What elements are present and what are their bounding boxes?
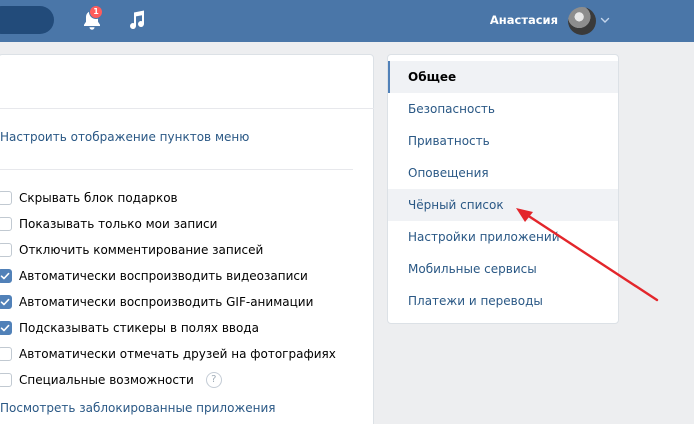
- settings-nav-menu: Общее Безопасность Приватность Оповещени…: [387, 54, 619, 324]
- option-auto-tag-friends[interactable]: Автоматически отмечать друзей на фотогра…: [0, 346, 336, 362]
- checkbox[interactable]: [0, 191, 12, 205]
- option-label: Отключить комментирование записей: [19, 243, 264, 257]
- option-autoplay-videos[interactable]: Автоматически воспроизводить видеозаписи: [0, 268, 308, 284]
- option-label: Скрывать блок подарков: [19, 191, 178, 205]
- option-label: Автоматически воспроизводить видеозаписи: [19, 269, 308, 283]
- option-autoplay-gifs[interactable]: Автоматически воспроизводить GIF-анимаци…: [0, 294, 313, 310]
- general-settings-card: [0, 54, 374, 424]
- help-icon[interactable]: ?: [205, 372, 222, 388]
- menu-item-privacy[interactable]: Приватность: [388, 125, 618, 157]
- checkbox[interactable]: [0, 373, 12, 387]
- blocked-apps-link[interactable]: Посмотреть заблокированные приложения: [0, 401, 276, 415]
- option-disable-comments[interactable]: Отключить комментирование записей: [0, 242, 263, 258]
- option-label: Специальные возможности: [19, 373, 194, 387]
- checkbox[interactable]: [0, 295, 12, 309]
- checkbox[interactable]: [0, 347, 12, 361]
- option-label: Автоматически отмечать друзей на фотогра…: [19, 347, 336, 361]
- option-suggest-stickers[interactable]: Подсказывать стикеры в полях ввода: [0, 320, 259, 336]
- menu-item-security[interactable]: Безопасность: [388, 93, 618, 125]
- checkbox[interactable]: [0, 243, 12, 257]
- checkbox[interactable]: [0, 217, 12, 231]
- configure-menu-link[interactable]: Настроить отображение пунктов меню: [0, 130, 249, 144]
- option-label: Показывать только мои записи: [19, 217, 218, 231]
- checkmark-icon: [0, 272, 10, 280]
- menu-item-general[interactable]: Общее: [388, 61, 618, 93]
- section-divider: [0, 108, 374, 109]
- option-label: Автоматически воспроизводить GIF-анимаци…: [19, 295, 314, 309]
- menu-item-blacklist[interactable]: Чёрный список: [388, 189, 618, 221]
- option-accessibility[interactable]: Специальные возможности ?: [0, 372, 222, 388]
- search-field[interactable]: [0, 6, 54, 34]
- option-show-only-my-posts[interactable]: Показывать только мои записи: [0, 216, 217, 232]
- notification-count-badge: 1: [89, 5, 103, 19]
- user-name[interactable]: Анастасия: [470, 13, 558, 27]
- avatar[interactable]: [568, 7, 596, 35]
- checkmark-icon: [0, 298, 10, 306]
- option-label: Подсказывать стикеры в полях ввода: [19, 321, 259, 335]
- checkmark-icon: [0, 324, 10, 332]
- checkbox[interactable]: [0, 321, 12, 335]
- top-navigation-bar: 1 Анастасия: [0, 0, 694, 42]
- checkbox[interactable]: [0, 269, 12, 283]
- menu-item-notifications[interactable]: Оповещения: [388, 157, 618, 189]
- menu-item-app-settings[interactable]: Настройки приложений: [388, 221, 618, 253]
- section-divider: [0, 169, 353, 170]
- option-hide-gifts[interactable]: Скрывать блок подарков: [0, 190, 178, 206]
- chevron-down-icon[interactable]: [599, 14, 611, 26]
- menu-item-mobile-services[interactable]: Мобильные сервисы: [388, 253, 618, 285]
- music-note-icon[interactable]: [128, 10, 146, 30]
- menu-item-payments[interactable]: Платежи и переводы: [388, 285, 618, 317]
